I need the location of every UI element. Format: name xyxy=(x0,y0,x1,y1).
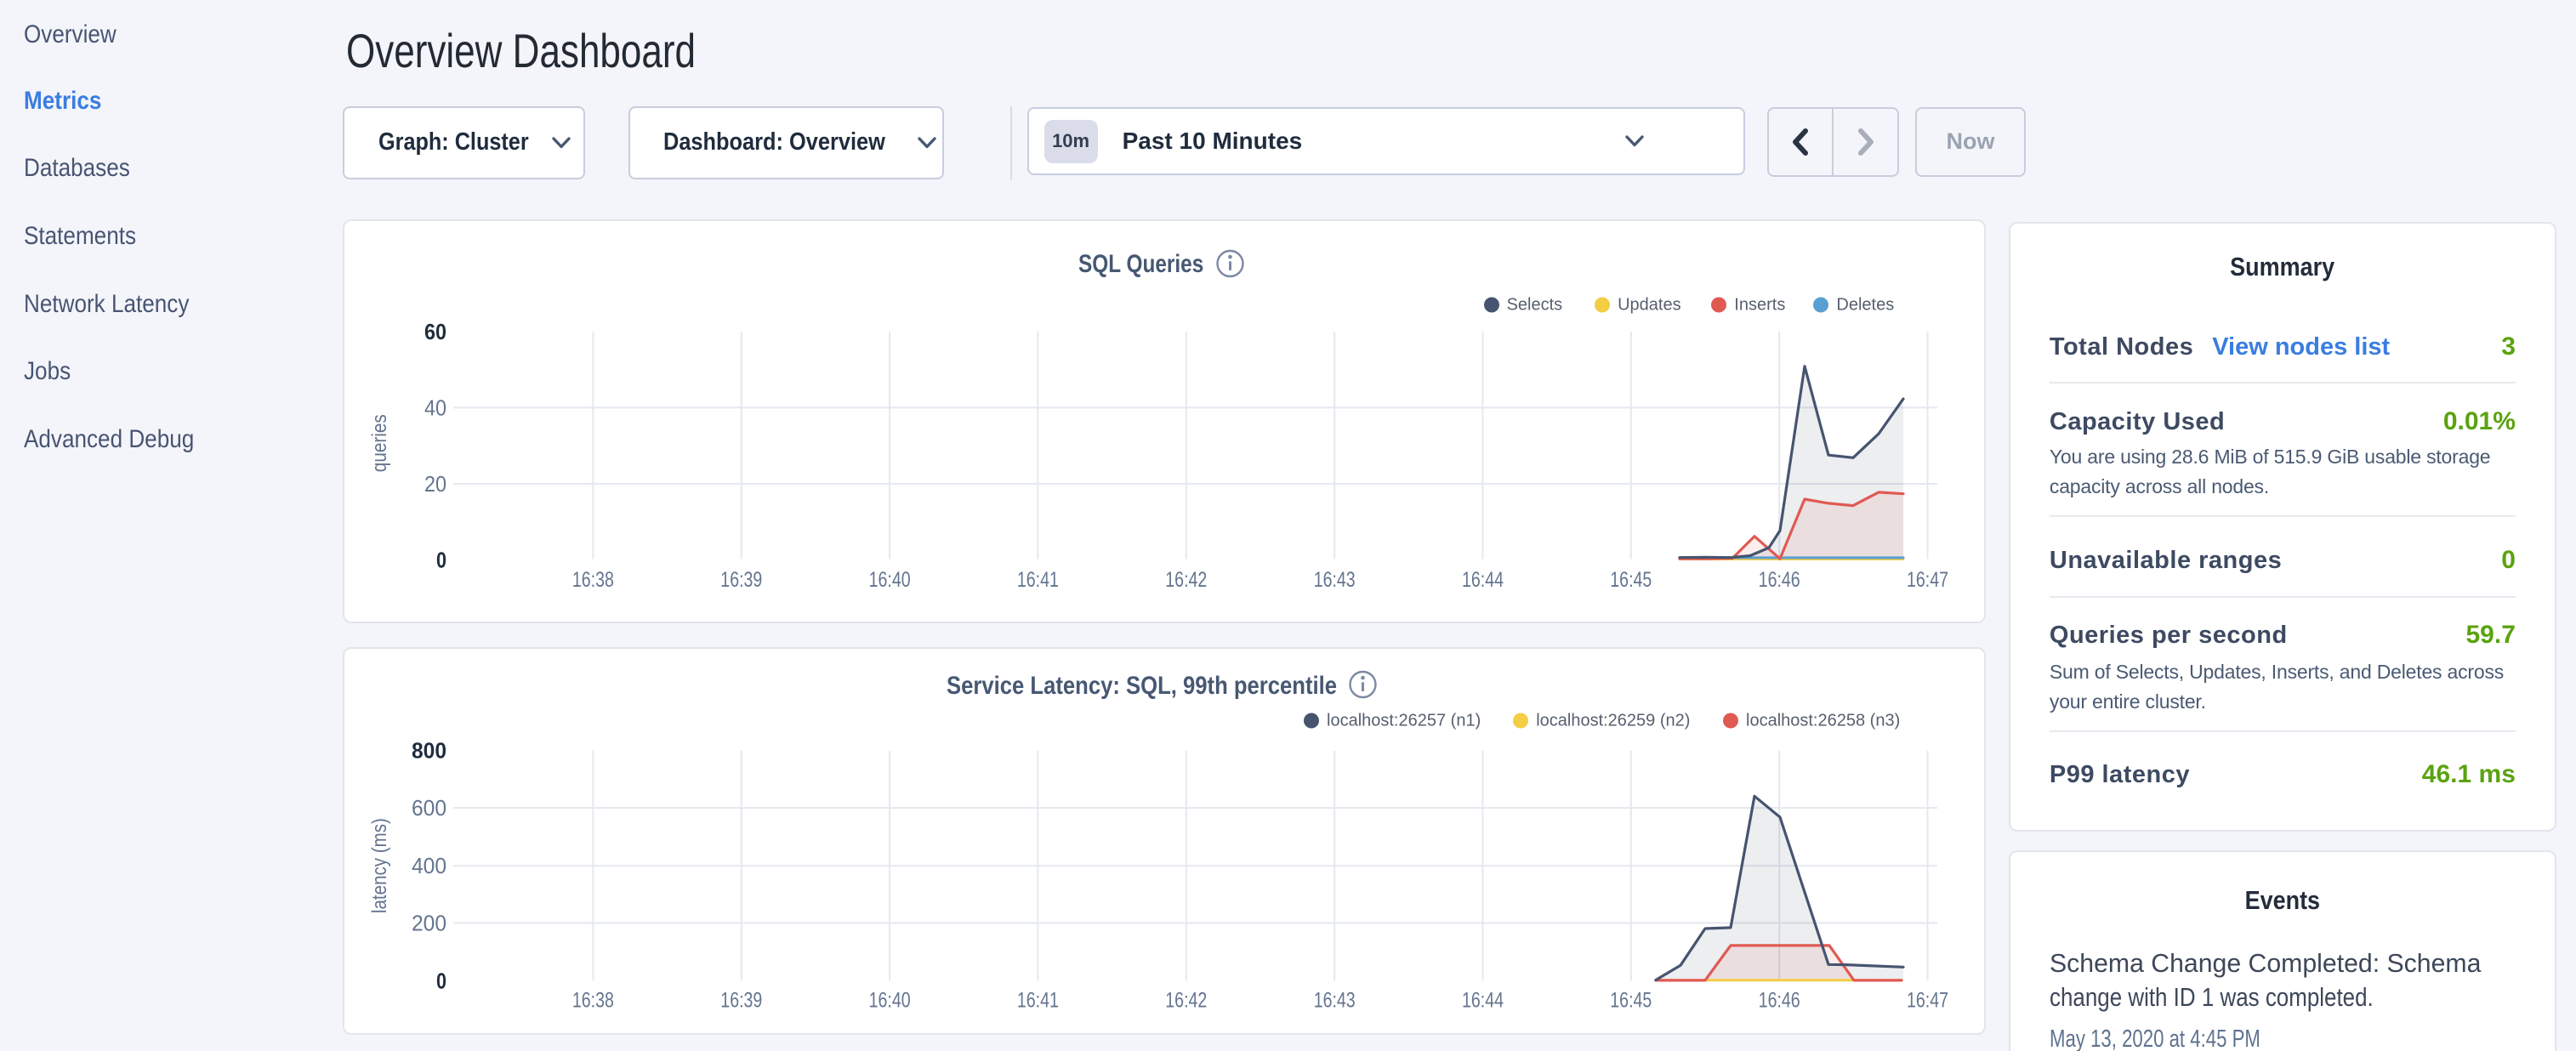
svg-text:16:41: 16:41 xyxy=(1017,567,1059,591)
svg-text:16:39: 16:39 xyxy=(720,567,762,591)
svg-text:16:41: 16:41 xyxy=(1017,988,1059,1012)
svg-text:16:44: 16:44 xyxy=(1462,988,1504,1012)
svg-text:16:43: 16:43 xyxy=(1314,567,1356,591)
svg-text:16:47: 16:47 xyxy=(1907,988,1948,1012)
svg-text:16:40: 16:40 xyxy=(869,988,911,1012)
svg-text:400: 400 xyxy=(412,853,446,878)
svg-text:16:45: 16:45 xyxy=(1610,988,1652,1012)
svg-text:0: 0 xyxy=(436,547,446,572)
svg-text:16:40: 16:40 xyxy=(869,567,911,591)
svg-text:800: 800 xyxy=(412,737,446,763)
svg-text:0: 0 xyxy=(436,968,446,993)
svg-text:16:47: 16:47 xyxy=(1907,567,1948,591)
svg-text:20: 20 xyxy=(424,471,446,497)
svg-text:16:42: 16:42 xyxy=(1165,567,1207,591)
svg-text:16:38: 16:38 xyxy=(572,988,614,1012)
svg-text:queries: queries xyxy=(368,414,391,472)
svg-text:200: 200 xyxy=(412,910,446,935)
svg-text:60: 60 xyxy=(424,318,446,344)
svg-text:16:38: 16:38 xyxy=(572,567,614,591)
svg-text:16:44: 16:44 xyxy=(1462,567,1504,591)
svg-text:16:39: 16:39 xyxy=(720,988,762,1012)
svg-text:16:45: 16:45 xyxy=(1610,567,1652,591)
svg-text:16:46: 16:46 xyxy=(1759,988,1800,1012)
svg-text:16:43: 16:43 xyxy=(1314,988,1356,1012)
svg-text:600: 600 xyxy=(412,795,446,821)
svg-text:16:46: 16:46 xyxy=(1759,567,1800,591)
svg-text:16:42: 16:42 xyxy=(1165,988,1207,1012)
svg-text:latency (ms): latency (ms) xyxy=(368,818,391,913)
svg-text:40: 40 xyxy=(424,395,446,420)
